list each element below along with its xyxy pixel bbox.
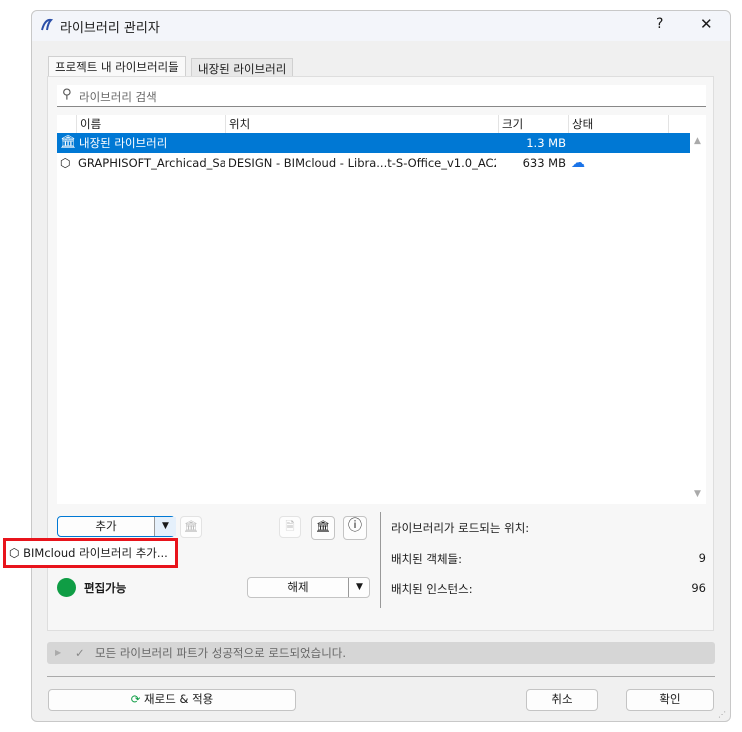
library-table <box>57 115 706 504</box>
info-icon: ⓘ <box>348 518 362 534</box>
reload-label: 재로드 & 적용 <box>144 692 214 706</box>
search-placeholder: 라이브러리 검색 <box>79 90 157 104</box>
embedded-library-icon: 🏛 <box>60 135 77 150</box>
table-row[interactable]: ⬡ GRAPHISOFT_Archicad_Sam... DESIGN - BI… <box>57 153 690 173</box>
resize-grip-icon[interactable]: ⋰ <box>718 710 726 719</box>
library-refresh-button[interactable]: 🏛 <box>311 516 335 540</box>
row-size: 633 MB <box>522 156 566 170</box>
cloud-icon: ☁ <box>571 155 585 171</box>
close-button[interactable]: ✕ <box>700 15 713 33</box>
check-icon: ✓ <box>75 646 85 660</box>
library-remove-icon: 🏛 <box>183 519 199 533</box>
placed-instances-label: 배치된 인스턴스: <box>391 582 473 596</box>
divider <box>380 512 381 608</box>
row-location: DESIGN - BIMcloud - Libra...t-S-Office_v… <box>228 156 496 170</box>
column-header-name[interactable]: 이름 <box>76 115 225 133</box>
tab-embedded-library[interactable]: 내장된 라이브러리 <box>191 58 294 77</box>
placed-instances-value: 96 <box>691 581 706 595</box>
row-size: 1.3 MB <box>526 136 566 150</box>
archicad-logo-icon <box>41 18 54 31</box>
footer-divider <box>47 676 715 677</box>
library-cloud-icon: 🏛 <box>315 519 331 533</box>
search-input[interactable]: ⚲ 라이브러리 검색 <box>57 85 706 107</box>
scroll-up-icon[interactable]: ▲ <box>694 136 701 146</box>
menu-item-label: BIMcloud 라이브러리 추가... <box>23 546 168 560</box>
chevron-down-icon[interactable]: ▼ <box>348 578 370 597</box>
column-header-location[interactable]: 위치 <box>225 115 498 133</box>
scroll-down-icon[interactable]: ▼ <box>694 489 701 499</box>
expand-icon[interactable]: ▶ <box>55 642 61 664</box>
column-header-blank <box>668 115 690 133</box>
scrollbar[interactable]: ▲ ▼ <box>690 133 706 503</box>
bimcloud-library-icon: ⬡ <box>9 546 20 560</box>
add-dropdown-menu: ⬡ BIMcloud 라이브러리 추가... <box>3 538 178 568</box>
add-button[interactable]: 추가 ▼ <box>57 516 176 537</box>
column-header-status[interactable]: 상태 <box>568 115 668 133</box>
tab-project-libraries[interactable]: 프로젝트 내 라이브러리들 <box>48 56 186 77</box>
reload-icon: ⟳ <box>130 692 141 706</box>
row-name: 내장된 라이브러리 <box>79 136 168 150</box>
search-icon: ⚲ <box>62 87 72 102</box>
editable-status-indicator <box>57 578 76 597</box>
help-button[interactable]: ? <box>656 16 663 32</box>
release-label: 해제 <box>287 580 309 594</box>
status-bar[interactable]: ▶ ✓ 모든 라이브러리 파트가 성공적으로 로드되었습니다. <box>47 642 715 664</box>
column-header-size[interactable]: 크기 <box>498 115 568 133</box>
info-button[interactable]: ⓘ <box>343 516 367 540</box>
cancel-button[interactable]: 취소 <box>526 689 598 711</box>
chevron-down-icon[interactable]: ▼ <box>154 517 176 536</box>
add-label: 추가 <box>95 519 117 533</box>
table-row[interactable]: 🏛 내장된 라이브러리 1.3 MB <box>57 133 690 153</box>
ok-button[interactable]: 확인 <box>626 689 714 711</box>
placed-objects-value: 9 <box>698 551 706 565</box>
file-import-icon: 🗎 <box>285 519 295 533</box>
import-button[interactable]: 🗎 <box>279 516 301 538</box>
bimcloud-library-icon: ⬡ <box>60 156 71 170</box>
row-name: GRAPHISOFT_Archicad_Sam... <box>78 156 225 170</box>
status-message: 모든 라이브러리 파트가 성공적으로 로드되었습니다. <box>95 646 347 660</box>
menu-item-add-bimcloud-library[interactable]: ⬡ BIMcloud 라이브러리 추가... <box>9 543 172 563</box>
release-button[interactable]: 해제 ▼ <box>247 577 370 598</box>
placed-objects-label: 배치된 객체들: <box>391 552 463 566</box>
window-title: 라이브러리 관리자 <box>60 21 160 36</box>
remove-library-button[interactable]: 🏛 <box>180 516 202 538</box>
reload-apply-button[interactable]: ⟳ 재로드 & 적용 <box>48 689 296 711</box>
editable-label: 편집가능 <box>84 581 127 595</box>
load-location-label: 라이브러리가 로드되는 위치: <box>391 521 530 535</box>
